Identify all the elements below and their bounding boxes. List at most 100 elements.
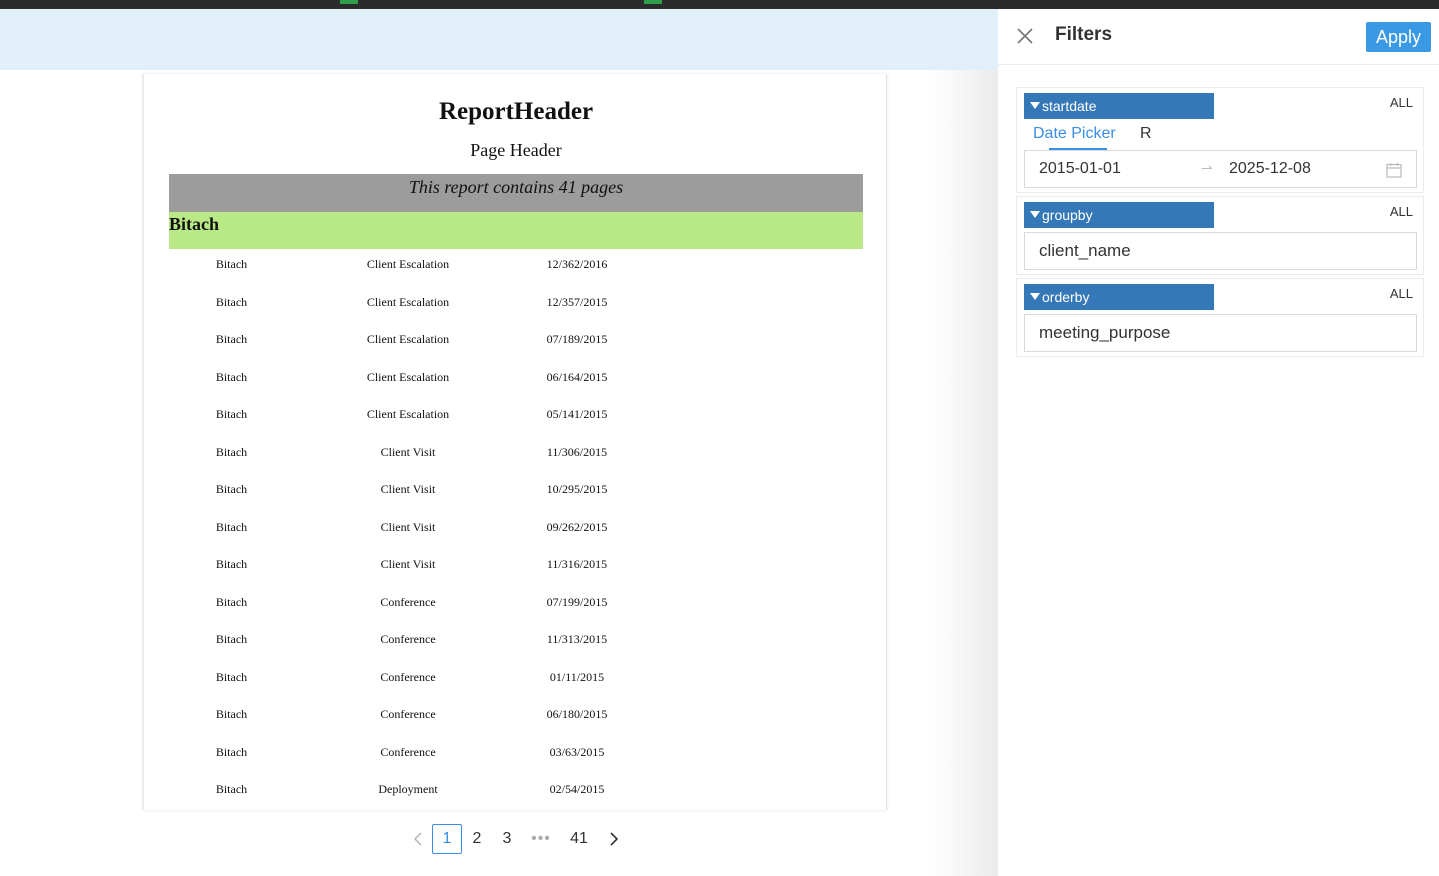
page-last-button[interactable]: 41 <box>564 824 594 854</box>
page-1-button[interactable]: 1 <box>432 824 462 854</box>
date-cell: 11/313/2015 <box>546 632 608 646</box>
table-row: Bitach Client Visit 10/295/2015 <box>169 471 863 509</box>
report-title: ReportHeader <box>438 98 594 125</box>
table-row: Bitach Conference 06/180/2015 <box>169 696 863 734</box>
client-name-cell: Bitach <box>215 707 248 721</box>
filter-name: orderby <box>1042 289 1090 305</box>
close-icon[interactable] <box>1015 26 1035 46</box>
date-cell: 12/357/2015 <box>546 294 608 309</box>
client-name-cell: Bitach <box>215 257 248 271</box>
report-page: ReportHeader Page Header This report con… <box>143 74 887 810</box>
date-cell: 12/362/2016 <box>546 257 608 271</box>
date-cell: 07/189/2015 <box>546 332 608 346</box>
filter-tag-orderby[interactable]: orderby <box>1024 284 1214 310</box>
client-name-cell: Bitach <box>215 444 248 459</box>
date-cell: 09/262/2015 <box>546 519 608 534</box>
start-date-input[interactable]: 2015-01-01 <box>1039 160 1121 178</box>
table-row: Bitach Client Escalation 07/189/2015 <box>169 321 863 359</box>
end-date-input[interactable]: 2025-12-08 <box>1229 160 1311 178</box>
chevron-left-icon[interactable] <box>408 824 428 854</box>
date-cell: 03/63/2015 <box>549 744 605 759</box>
table-row: Bitach Conference 07/199/2015 <box>169 584 863 622</box>
tab-indicator-icon <box>340 0 358 4</box>
table-row: Bitach Client Visit 09/262/2015 <box>169 509 863 547</box>
apply-button[interactable]: Apply <box>1366 22 1431 52</box>
client-name-cell: Bitach <box>215 632 248 646</box>
meeting-purpose-cell: Conference <box>380 632 436 646</box>
page-2-button[interactable]: 2 <box>465 824 489 854</box>
meeting-purpose-cell: Client Visit <box>380 519 436 534</box>
caret-down-icon <box>1030 102 1040 109</box>
date-cell: 10/295/2015 <box>546 482 608 496</box>
group-header: Bitach <box>169 212 863 249</box>
meeting-purpose-cell: Deployment <box>378 782 438 796</box>
panel-shadow <box>930 70 998 876</box>
meeting-purpose-cell: Client Escalation <box>366 407 450 421</box>
filter-orderby: orderby ALL meeting_purpose <box>1016 278 1424 357</box>
meeting-purpose-cell: Client Escalation <box>366 294 450 309</box>
date-cell: 06/180/2015 <box>546 707 608 721</box>
filter-groupby: groupby ALL client_name <box>1016 196 1424 275</box>
filter-all-toggle[interactable]: ALL <box>1390 286 1413 301</box>
filter-all-toggle[interactable]: ALL <box>1390 95 1413 110</box>
caret-down-icon <box>1030 293 1040 300</box>
groupby-input[interactable]: client_name <box>1024 232 1417 270</box>
table-row: Bitach Conference 01/11/2015 <box>169 659 863 697</box>
client-name-cell: Bitach <box>215 519 248 534</box>
client-name-cell: Bitach <box>215 744 248 759</box>
page-3-button[interactable]: 3 <box>495 824 519 854</box>
report-rows: Bitach Client Escalation 12/362/2016 Bitach… <box>169 246 863 809</box>
arrow-right-icon: ⇀ <box>1201 160 1213 176</box>
toolbar-banner <box>0 9 998 70</box>
table-row: Bitach Client Escalation 12/357/2015 <box>169 284 863 322</box>
table-row: Bitach Deployment 02/54/2015 <box>169 771 863 809</box>
date-cell: 11/306/2015 <box>546 444 608 459</box>
meeting-purpose-cell: Client Visit <box>380 482 436 496</box>
client-name-cell: Bitach <box>215 407 248 421</box>
page-header: Page Header <box>470 140 562 160</box>
chevron-right-icon[interactable] <box>602 824 626 854</box>
calendar-icon[interactable] <box>1386 162 1402 178</box>
date-cell: 07/199/2015 <box>546 594 608 609</box>
filter-tag-groupby[interactable]: groupby <box>1024 202 1214 228</box>
meeting-purpose-cell: Conference <box>380 744 436 759</box>
client-name-cell: Bitach <box>215 557 248 571</box>
client-name-cell: Bitach <box>215 482 248 496</box>
browser-top-strip <box>0 0 1439 9</box>
filter-tag-startdate[interactable]: startdate <box>1024 93 1214 119</box>
table-row: Bitach Client Escalation 05/141/2015 <box>169 396 863 434</box>
pagination: 1 2 3 ••• 41 <box>404 824 634 854</box>
table-row: Bitach Conference 03/63/2015 <box>169 734 863 772</box>
date-cell: 05/141/2015 <box>546 407 608 421</box>
meeting-purpose-cell: Client Escalation <box>366 369 450 384</box>
date-range-picker[interactable]: 2015-01-01 ⇀ 2025-12-08 <box>1024 150 1417 188</box>
filters-title: Filters <box>1055 24 1113 45</box>
client-name-cell: Bitach <box>215 294 248 309</box>
page-count-note: This report contains 41 pages <box>169 174 863 212</box>
meeting-purpose-cell: Conference <box>380 669 436 684</box>
filter-all-toggle[interactable]: ALL <box>1390 204 1413 219</box>
filters-panel: Filters Apply startdate ALL Date Picker … <box>998 9 1439 876</box>
meeting-purpose-cell: Client Escalation <box>366 257 450 271</box>
more-pages-ellipsis[interactable]: ••• <box>526 824 556 854</box>
table-row: Bitach Client Escalation 06/164/2015 <box>169 359 863 397</box>
filters-header: Filters Apply <box>998 9 1439 65</box>
client-name-cell: Bitach <box>215 782 248 796</box>
client-name-cell: Bitach <box>215 594 248 609</box>
date-cell: 02/54/2015 <box>549 782 605 796</box>
meeting-purpose-cell: Client Visit <box>380 444 436 459</box>
tab-r[interactable]: R <box>1140 125 1152 143</box>
tab-date-picker[interactable]: Date Picker <box>1033 125 1116 143</box>
table-row: Bitach Conference 11/313/2015 <box>169 621 863 659</box>
filter-name: startdate <box>1042 98 1097 114</box>
client-name-cell: Bitach <box>215 369 248 384</box>
client-name-cell: Bitach <box>215 669 248 684</box>
date-cell: 06/164/2015 <box>546 369 608 384</box>
table-row: Bitach Client Visit 11/306/2015 <box>169 434 863 472</box>
date-cell: 11/316/2015 <box>546 557 608 571</box>
table-row: Bitach Client Visit 11/316/2015 <box>169 546 863 584</box>
meeting-purpose-cell: Conference <box>380 594 436 609</box>
tab-indicator-icon <box>644 0 662 4</box>
orderby-input[interactable]: meeting_purpose <box>1024 314 1417 352</box>
meeting-purpose-cell: Client Escalation <box>366 332 450 346</box>
